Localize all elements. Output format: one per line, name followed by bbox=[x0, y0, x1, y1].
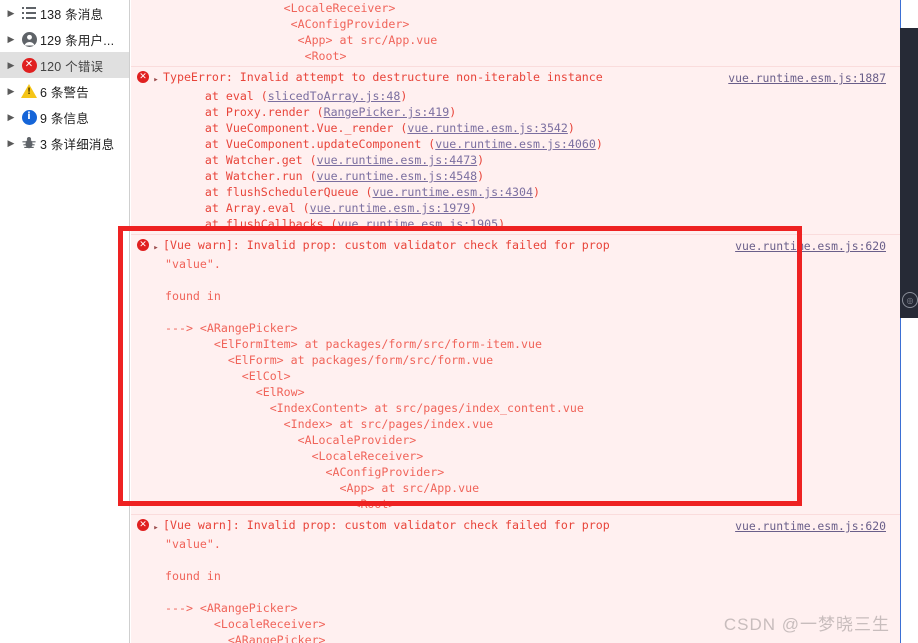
found-in-label: found in bbox=[165, 289, 221, 303]
circle-badge-icon: ◎ bbox=[902, 292, 918, 308]
stack-frame-link[interactable]: vue.runtime.esm.js:4060 bbox=[435, 137, 596, 151]
component-tree bbox=[131, 304, 900, 320]
message-title-line2: "value". bbox=[165, 257, 221, 271]
sidebar-item-label: 129 条用户... bbox=[40, 33, 115, 48]
sidebar-item-label: 120 个错误 bbox=[40, 59, 104, 74]
console-sidebar: ▶ 138 条消息 ▶ 129 条用户... ▶ ✕ 120 个错误 ▶ ! 6… bbox=[0, 0, 130, 643]
console-message-typeerror[interactable]: ✕ ▸ TypeError: Invalid attempt to destru… bbox=[131, 67, 900, 235]
sidebar-item-label: 6 条警告 bbox=[40, 85, 89, 100]
expand-arrow-icon[interactable]: ▶ bbox=[4, 112, 18, 122]
expand-arrow-icon[interactable]: ▶ bbox=[4, 138, 18, 148]
stack-frame-link[interactable]: RangePicker.js:419 bbox=[324, 105, 450, 119]
list-icon bbox=[18, 7, 40, 19]
sidebar-item-errors[interactable]: ▶ ✕ 120 个错误 bbox=[0, 52, 129, 78]
error-badge-icon: ✕ bbox=[137, 239, 149, 251]
stack-frame-link[interactable]: vue.runtime.esm.js:4473 bbox=[317, 153, 478, 167]
stack-frame-link[interactable]: vue.runtime.esm.js:4548 bbox=[317, 169, 478, 183]
source-link[interactable]: vue.runtime.esm.js:620 bbox=[735, 238, 886, 254]
found-in-label bbox=[131, 272, 900, 288]
info-icon: i bbox=[18, 109, 40, 125]
console-message-vuewarn-1[interactable]: ✕ ▸ [Vue warn]: Invalid prop: custom val… bbox=[131, 235, 900, 515]
stack-frame-link[interactable]: slicedToArray.js:48 bbox=[268, 89, 401, 103]
right-side-panel: ◎ bbox=[900, 0, 918, 643]
verbose-bug-icon bbox=[18, 136, 40, 150]
found-in-label bbox=[131, 552, 900, 568]
expand-triangle-icon[interactable]: ▸ bbox=[149, 72, 163, 88]
sidebar-item-label: 138 条消息 bbox=[40, 7, 104, 22]
expand-arrow-icon[interactable]: ▶ bbox=[4, 8, 18, 18]
error-badge-icon: ✕ bbox=[137, 71, 149, 83]
sidebar-item-messages[interactable]: ▶ 138 条消息 bbox=[0, 0, 129, 26]
component-tree: ---> <ARangePicker> <ElFormItem> at pack… bbox=[165, 321, 584, 511]
found-in-label: found in bbox=[165, 569, 221, 583]
sidebar-item-info[interactable]: ▶ i 9 条信息 bbox=[0, 104, 129, 130]
watermark: CSDN @一梦晓三生 bbox=[723, 615, 890, 634]
message-title-line2: "value". bbox=[165, 537, 221, 551]
warning-icon bbox=[18, 84, 40, 98]
stack-frame-link[interactable]: vue.runtime.esm.js:4304 bbox=[372, 185, 533, 199]
sidebar-item-verbose[interactable]: ▶ 3 条详细消息 bbox=[0, 130, 129, 156]
sidebar-item-label: 9 条信息 bbox=[40, 111, 89, 126]
expand-triangle-icon[interactable]: ▸ bbox=[149, 520, 163, 536]
error-badge-icon: ✕ bbox=[137, 519, 149, 531]
expand-arrow-icon[interactable]: ▶ bbox=[4, 86, 18, 96]
user-icon bbox=[18, 31, 40, 47]
component-tree bbox=[131, 584, 900, 600]
expand-triangle-icon[interactable]: ▸ bbox=[149, 240, 163, 256]
error-icon: ✕ bbox=[18, 57, 40, 73]
expand-arrow-icon[interactable]: ▶ bbox=[4, 60, 18, 70]
stack-frame-link[interactable]: vue.runtime.esm.js:1905 bbox=[338, 217, 499, 231]
sidebar-item-user-messages[interactable]: ▶ 129 条用户... bbox=[0, 26, 129, 52]
source-link[interactable]: vue.runtime.esm.js:620 bbox=[735, 518, 886, 534]
source-link[interactable]: vue.runtime.esm.js:1887 bbox=[728, 70, 886, 86]
component-tree-fragment: <LocaleReceiver> <AConfigProvider> <App>… bbox=[283, 1, 438, 63]
stack-trace: at eval (slicedToArray.js:48) at Proxy.r… bbox=[177, 89, 603, 231]
dark-overlay-panel: ◎ bbox=[900, 28, 918, 318]
sidebar-item-warnings[interactable]: ▶ 6 条警告 bbox=[0, 78, 129, 104]
console-message-fragment[interactable]: <LocaleReceiver> <AConfigProvider> <App>… bbox=[131, 0, 900, 67]
expand-arrow-icon[interactable]: ▶ bbox=[4, 34, 18, 44]
stack-frame-link[interactable]: vue.runtime.esm.js:3542 bbox=[407, 121, 568, 135]
devtools-console-screenshot: ▶ 138 条消息 ▶ 129 条用户... ▶ ✕ 120 个错误 ▶ ! 6… bbox=[0, 0, 918, 643]
console-log-area[interactable]: <LocaleReceiver> <AConfigProvider> <App>… bbox=[131, 0, 900, 643]
stack-frame-link[interactable]: vue.runtime.esm.js:1979 bbox=[310, 201, 471, 215]
sidebar-item-label: 3 条详细消息 bbox=[40, 137, 115, 152]
